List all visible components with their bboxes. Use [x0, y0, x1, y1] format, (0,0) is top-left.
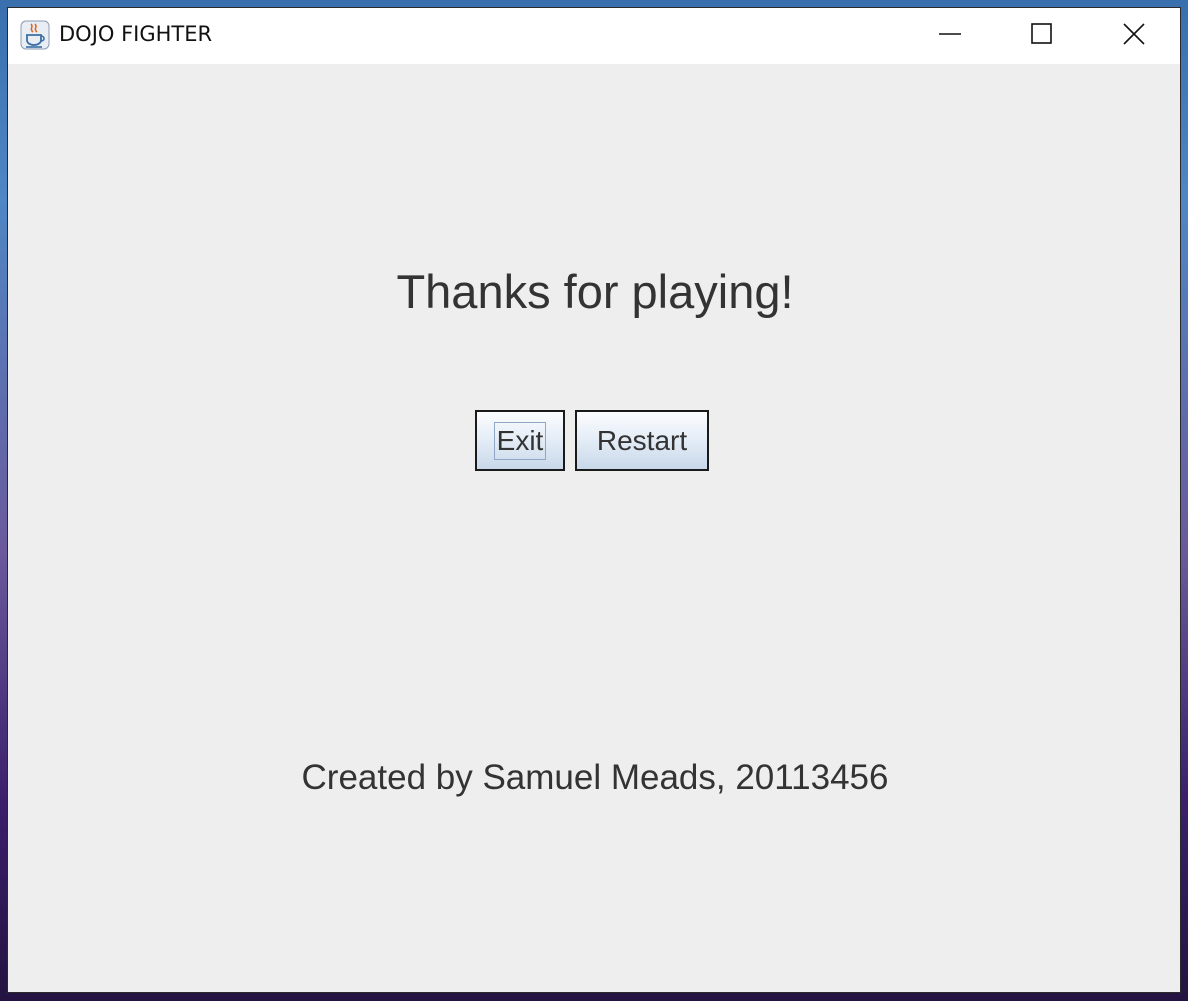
close-icon [1122, 22, 1146, 51]
maximize-icon [1031, 22, 1053, 50]
game-over-panel: Thanks for playing! Exit Restart Created… [8, 64, 1180, 992]
java-cup-icon [20, 20, 50, 50]
restart-button-label: Restart [596, 424, 688, 456]
close-button[interactable] [1088, 8, 1180, 64]
thanks-heading: Thanks for playing! [396, 265, 794, 318]
window-title: DOJO FIGHTER [59, 22, 213, 46]
minimize-button[interactable] [904, 8, 996, 64]
restart-button[interactable]: Restart [575, 410, 709, 471]
exit-button-label: Exit [493, 421, 547, 460]
maximize-button[interactable] [996, 8, 1088, 64]
title-bar[interactable]: DOJO FIGHTER [8, 8, 1180, 64]
exit-button[interactable]: Exit [475, 410, 565, 471]
minimize-icon [939, 23, 961, 50]
credits-text: Created by Samuel Meads, 20113456 [301, 758, 889, 797]
app-window: DOJO FIGHTER Thanks for playing! Exit Re… [7, 7, 1181, 993]
